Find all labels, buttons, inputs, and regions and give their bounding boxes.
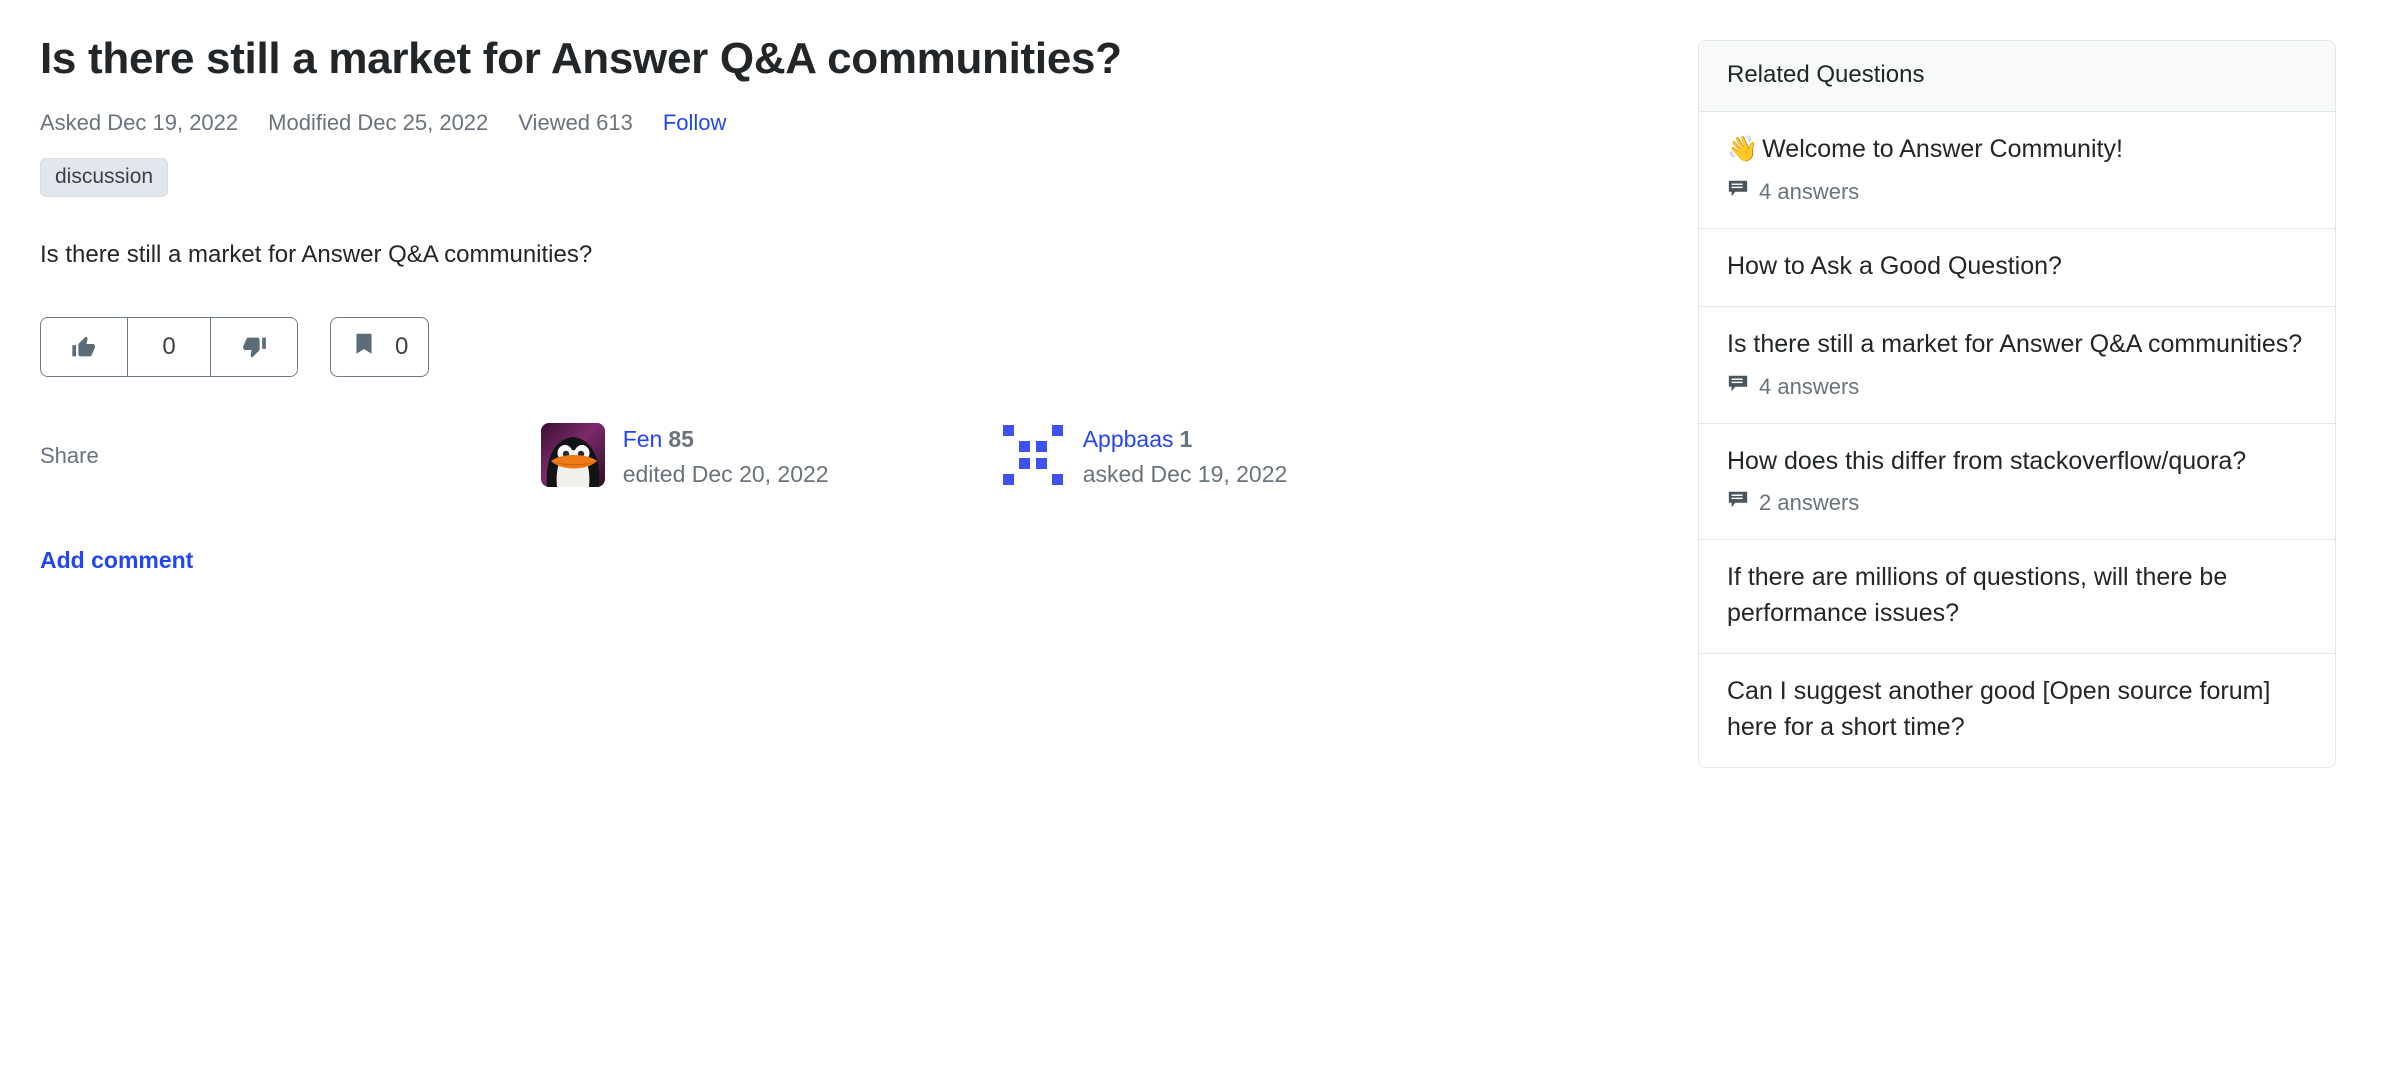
related-question-title: How does this differ from stackoverflow/… <box>1727 446 2247 475</box>
contributor-card-asker[interactable]: Appbaas 1 asked Dec 19, 2022 <box>1001 423 1401 490</box>
related-question-item[interactable]: Is there still a market for Answer Q&A c… <box>1699 307 2335 424</box>
related-question-title: 👋 Welcome to Answer Community! <box>1727 135 2123 163</box>
main-content-column: Is there still a market for Answer Q&A c… <box>40 0 1660 574</box>
contributor-identity: Appbaas 1 <box>1083 425 1288 455</box>
comment-bubble-icon <box>1727 178 1749 206</box>
penguin-avatar[interactable] <box>540 422 605 487</box>
related-question-title: How to Ask a Good Question? <box>1727 251 2062 280</box>
contributor-text: Appbaas 1 asked Dec 19, 2022 <box>1083 423 1288 490</box>
related-questions-panel: Related Questions 👋 Welcome to Answer Com… <box>1698 40 2336 768</box>
contributor-identity: Fen 85 <box>623 425 829 455</box>
tag-list: discussion <box>40 157 1660 197</box>
contributor-card-editor[interactable]: Fen 85 edited Dec 20, 2022 <box>540 422 941 490</box>
question-page: Is there still a market for Answer Q&A c… <box>0 0 2400 1066</box>
comment-bubble-icon <box>1727 373 1749 401</box>
asked-date: Asked Dec 19, 2022 <box>40 109 239 135</box>
contributor-reputation: 1 <box>1179 425 1193 452</box>
add-comment-button[interactable]: Add comment <box>40 547 193 574</box>
related-answers-count: 4 answers <box>1727 373 2307 401</box>
vote-count: 0 <box>127 317 210 376</box>
related-answers-count: 2 answers <box>1727 489 2307 517</box>
related-question-item[interactable]: Can I suggest another good [Open source … <box>1699 654 2335 767</box>
related-question-title: Can I suggest another good [Open source … <box>1727 677 2271 741</box>
bookmark-icon <box>351 331 377 362</box>
identicon-avatar[interactable] <box>1001 423 1065 487</box>
question-meta: Asked Dec 19, 2022 Modified Dec 25, 2022… <box>40 110 1660 136</box>
bookmark-button[interactable]: 0 <box>330 316 430 377</box>
related-question-item[interactable]: 👋 Welcome to Answer Community! 4 answers <box>1699 112 2335 229</box>
waving-hand-icon: 👋 <box>1727 135 1759 163</box>
thumbs-down-icon <box>240 333 268 361</box>
related-question-title: Is there still a market for Answer Q&A c… <box>1727 330 2303 358</box>
bookmark-count: 0 <box>395 332 409 360</box>
question-actions: 0 0 <box>40 316 1660 377</box>
follow-button[interactable]: Follow <box>663 110 727 136</box>
contributor-text: Fen 85 edited Dec 20, 2022 <box>623 423 829 490</box>
page-title: Is there still a market for Answer Q&A c… <box>40 34 1122 83</box>
upvote-button[interactable] <box>41 317 127 376</box>
tag-discussion[interactable]: discussion <box>40 157 169 197</box>
related-question-item[interactable]: How to Ask a Good Question? <box>1699 229 2335 307</box>
viewed-count: Viewed 613 <box>518 109 633 135</box>
contributor-name[interactable]: Fen <box>623 426 663 452</box>
related-answers-count: 4 answers <box>1727 178 2307 206</box>
related-question-item[interactable]: If there are millions of questions, will… <box>1699 540 2335 654</box>
comment-bubble-icon <box>1727 489 1749 517</box>
modified-date: Modified Dec 25, 2022 <box>268 109 489 135</box>
related-question-item[interactable]: How does this differ from stackoverflow/… <box>1699 424 2335 540</box>
contributor-name[interactable]: Appbaas <box>1083 426 1174 452</box>
downvote-button[interactable] <box>210 317 297 376</box>
contributor-action: edited Dec 20, 2022 <box>622 460 829 487</box>
related-question-title: If there are millions of questions, will… <box>1727 563 2228 627</box>
share-button[interactable]: Share <box>40 423 99 469</box>
related-questions-header: Related Questions <box>1699 41 2335 112</box>
contributor-reputation: 85 <box>668 425 694 452</box>
contributor-action: asked Dec 19, 2022 <box>1082 460 1288 487</box>
vote-button-group: 0 <box>40 316 298 377</box>
contributor-cards: Fen 85 edited Dec 20, 2022 Appbaas 1 ask… <box>540 422 1401 490</box>
thumbs-up-icon <box>70 333 98 361</box>
share-and-contributors-row: Share Fen 85 edited Dec 20, 2022 Appbaas… <box>40 422 1660 513</box>
question-body: Is there still a market for Answer Q&A c… <box>40 240 593 268</box>
